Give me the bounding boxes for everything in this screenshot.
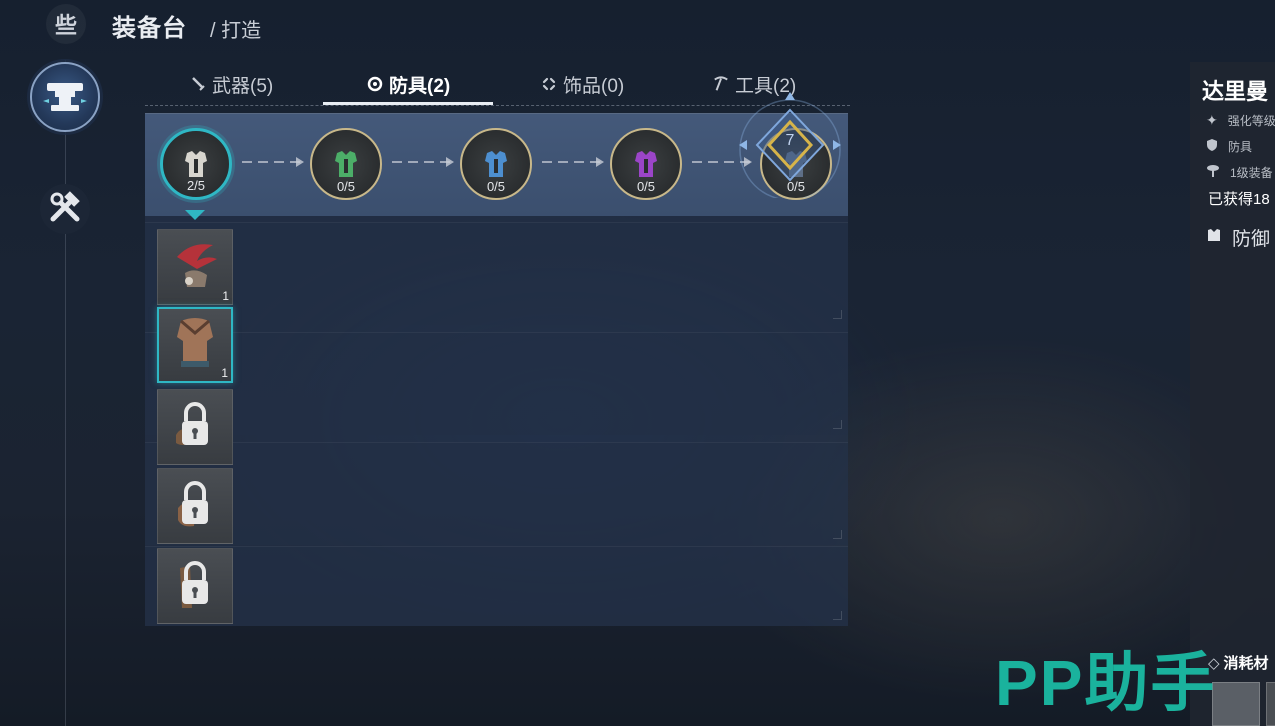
lock-icon [178,481,208,527]
tab-armor-label: 防具(2) [389,75,451,97]
tier-arrow [542,157,604,167]
rail-line [65,60,66,726]
armor-icon [185,151,207,177]
item-row [145,222,848,325]
info-acquired: 已获得18 [1208,191,1270,208]
tier-node-count: 0/5 [486,179,506,194]
tab-weapons[interactable]: 武器(5) [190,62,273,106]
anvil-icon [43,83,87,111]
tier-node-4[interactable]: 0/5 [610,128,682,200]
shield-icon [1206,138,1218,155]
info-level-line: 1级装备 [1206,164,1273,181]
accessory-icon [541,76,557,92]
back-glyph: 些 [54,13,77,38]
feather-headgear-icon [177,244,217,287]
hammer-wrench-icon [50,191,80,222]
info-type-line: 防具 [1206,138,1252,155]
tier-icon [1206,164,1220,181]
info-type-label: 防具 [1228,140,1253,154]
info-enhance-line: ✦ 强化等级 [1206,112,1275,129]
item-bracers-locked[interactable] [157,468,233,544]
armor-ring-icon [367,76,383,92]
pickaxe-icon [713,76,729,92]
item-feather-headgear[interactable]: 1 [157,229,233,305]
tier-arrow [242,157,304,167]
armor-stat-icon [1206,227,1222,249]
tier-node-count: 2/5 [186,178,206,193]
armor-icon [635,151,657,177]
watermark: PP助手 [995,647,1217,719]
item-row [145,546,848,626]
sword-icon [190,76,206,92]
consumables-header: ◇ 消耗材 [1208,652,1269,673]
tier-node-1[interactable]: 2/5 [160,128,232,200]
info-level-label: 1级装备 [1230,166,1273,180]
consumable-material-slot[interactable] [1212,682,1260,726]
page-title: 装备台 [112,15,187,42]
item-info-panel: 达里曼 ✦ 强化等级 防具 1级装备 已获得18 防御 [1190,62,1275,726]
armor-icon [335,151,357,177]
item-belt-locked[interactable] [157,548,233,624]
final-tier-diamond[interactable]: 7 [735,88,845,201]
info-defense-line: 防御 [1206,224,1270,251]
consumables-label: 消耗材 [1223,655,1269,672]
tier-arrow [392,157,454,167]
tier-node-3[interactable]: 0/5 [460,128,532,200]
selected-tier-pointer [185,210,205,220]
back-button[interactable]: 些 [46,4,86,44]
tab-armor[interactable]: 防具(2) [367,62,450,106]
item-gloves-locked[interactable] [157,389,233,465]
tab-weapons-label: 武器(5) [212,75,274,97]
sparkle-icon: ✦ [1206,112,1218,128]
tier-node-count: 0/5 [336,179,356,194]
lock-icon [180,561,208,608]
lock-icon [176,402,208,445]
item-quantity: 1 [222,289,229,303]
item-row [145,442,848,545]
anvil-rail-button[interactable] [30,62,100,132]
consumable-material-slot[interactable] [1266,682,1275,726]
tab-accessories[interactable]: 饰品(0) [541,62,624,106]
info-enhance-label: 强化等级 [1227,114,1275,128]
item-torso-wrap[interactable]: 1 [157,307,233,383]
tier-node-count: 0/5 [636,179,656,194]
tab-accessories-label: 饰品(0) [563,75,625,97]
torso-wrap-icon [177,318,213,367]
item-name: 达里曼 [1202,79,1269,104]
final-tier-badge: 7 [785,132,795,149]
header: 些 装备台 / 打造 [0,0,600,48]
item-row [145,332,848,435]
active-tab-underline [323,102,493,105]
page-subtitle: / 打造 [210,20,262,42]
tools-rail-button[interactable] [40,184,90,234]
info-defense-label: 防御 [1232,229,1271,250]
tier-node-2[interactable]: 0/5 [310,128,382,200]
armor-icon [485,151,507,177]
item-quantity: 1 [221,366,228,380]
